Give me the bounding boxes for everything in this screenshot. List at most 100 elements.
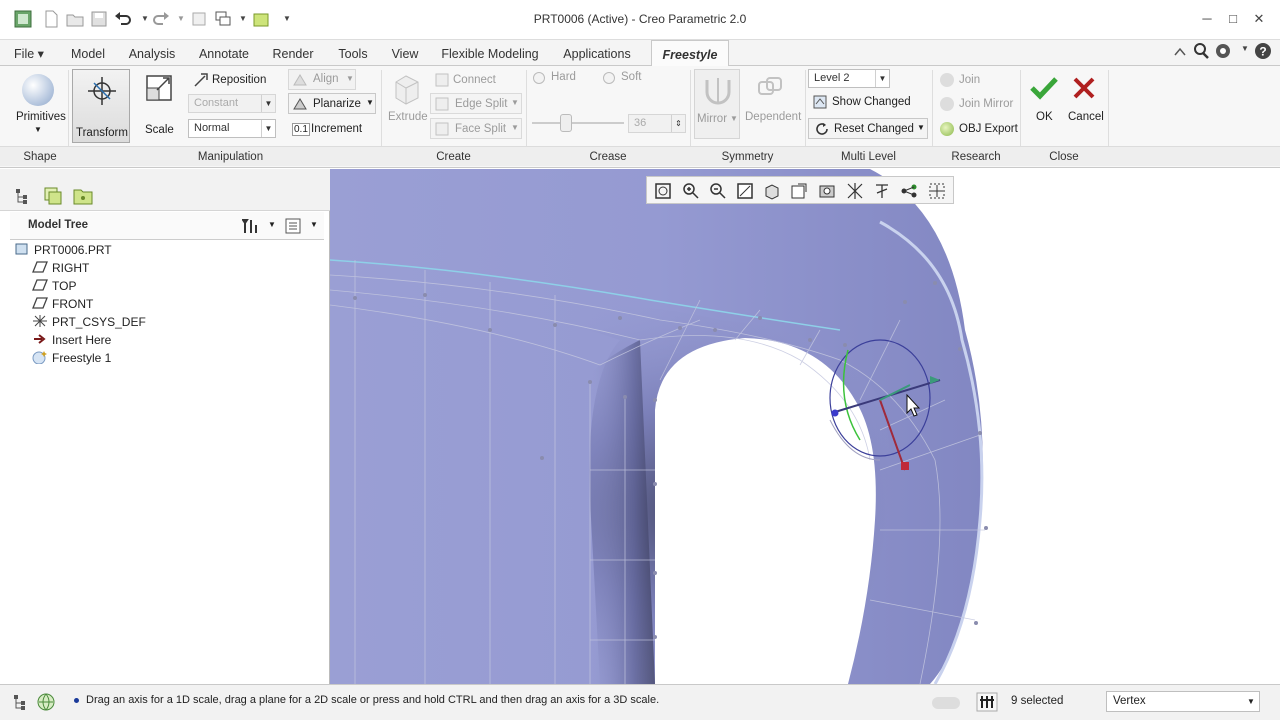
join-mirror-label[interactable]: Join Mirror: [959, 98, 1013, 110]
tree-settings-icon[interactable]: [242, 217, 260, 235]
increment-label[interactable]: Increment: [311, 123, 362, 135]
join-label[interactable]: Join: [959, 74, 980, 86]
face-split-button[interactable]: Face Split ▼: [430, 118, 522, 139]
tab-freestyle[interactable]: Freestyle: [651, 40, 729, 67]
tab-analysis[interactable]: Analysis: [120, 40, 184, 66]
obj-export-icon[interactable]: [940, 122, 954, 136]
tab-tools[interactable]: Tools: [330, 40, 376, 66]
zoom-out-icon[interactable]: [708, 181, 728, 201]
view-toolbar: [646, 176, 954, 204]
community-dropdown-icon[interactable]: ▼: [1234, 40, 1256, 58]
csys-display-icon[interactable]: [927, 181, 947, 201]
show-changed-icon[interactable]: [812, 94, 828, 110]
repaint-icon[interactable]: [735, 181, 755, 201]
transform-button[interactable]: Transform: [72, 69, 130, 143]
scale-icon[interactable]: [145, 74, 173, 102]
tab-render[interactable]: Render: [264, 40, 322, 66]
reposition-icon[interactable]: [193, 72, 209, 88]
obj-export-label[interactable]: OBJ Export: [959, 123, 1018, 135]
chevron-down-icon: ▼: [730, 114, 738, 123]
primitives-dropdown-icon[interactable]: ▼: [34, 125, 42, 134]
favorites-folder-icon[interactable]: [72, 185, 94, 207]
connect-icon[interactable]: [434, 72, 450, 88]
help-icon[interactable]: ?: [1254, 42, 1272, 60]
tab-flexible-modeling[interactable]: Flexible Modeling: [436, 40, 544, 66]
ok-label[interactable]: OK: [1036, 111, 1053, 123]
primitives-sphere-icon[interactable]: [22, 74, 54, 106]
extrude-icon[interactable]: [392, 72, 422, 106]
tab-view[interactable]: View: [384, 40, 426, 66]
tree-item-front[interactable]: FRONT: [32, 295, 93, 313]
show-changed-label[interactable]: Show Changed: [832, 96, 911, 108]
edge-split-icon: [435, 97, 449, 111]
graphics-window[interactable]: [330, 169, 1280, 684]
datum-display-icon[interactable]: [845, 181, 865, 201]
crease-slider-track[interactable]: [532, 122, 624, 124]
close-icon[interactable]: ✕: [1248, 10, 1270, 28]
community-icon[interactable]: [1214, 42, 1232, 60]
tab-file[interactable]: File ▾: [8, 40, 50, 66]
chevron-down-icon[interactable]: ▼: [268, 220, 276, 229]
model-tree-tab-icon[interactable]: [14, 187, 32, 205]
dependent-label[interactable]: Dependent: [745, 111, 801, 123]
reposition-label[interactable]: Reposition: [212, 74, 266, 86]
tree-item-csys[interactable]: PRT_CSYS_DEF: [32, 313, 146, 331]
chevron-down-icon: ▼: [366, 98, 374, 107]
zoom-in-icon[interactable]: [681, 181, 701, 201]
tree-item-freestyle[interactable]: Freestyle 1: [32, 349, 111, 367]
display-style-icon[interactable]: [817, 181, 837, 201]
tree-columns-icon[interactable]: [284, 217, 302, 235]
tree-item-part[interactable]: PRT0006.PRT: [14, 241, 112, 259]
level-select[interactable]: Level 2 ▼: [808, 69, 890, 88]
align-button[interactable]: Align ▼: [288, 69, 356, 90]
saved-views-icon[interactable]: [789, 181, 809, 201]
level-select-value: Level 2: [814, 72, 850, 84]
minimize-icon[interactable]: ─: [1196, 10, 1218, 28]
constraint-select[interactable]: Constant ▼: [188, 94, 276, 113]
freestyle-icon: [32, 351, 47, 364]
join-icon[interactable]: [940, 73, 954, 87]
dependent-icon[interactable]: [755, 74, 785, 100]
maximize-icon[interactable]: □: [1222, 10, 1244, 28]
direction-select[interactable]: Normal ▼: [188, 119, 276, 138]
crease-slider-handle[interactable]: [560, 114, 572, 132]
selected-count[interactable]: 9 selected: [1011, 695, 1063, 707]
tree-item-right[interactable]: RIGHT: [32, 259, 89, 277]
increment-value[interactable]: 0.1: [292, 123, 310, 136]
orient-icon[interactable]: [762, 181, 782, 201]
tree-item-insert-here[interactable]: Insert Here: [32, 331, 111, 349]
cancel-label[interactable]: Cancel: [1068, 111, 1104, 123]
tab-annotate[interactable]: Annotate: [192, 40, 256, 66]
tab-model[interactable]: Model: [62, 40, 114, 66]
mirror-button[interactable]: Mirror ▼: [694, 69, 740, 139]
reset-changed-label: Reset Changed: [834, 123, 914, 135]
crease-value-input[interactable]: 36 ⇕: [628, 114, 686, 133]
soft-radio[interactable]: [603, 72, 615, 84]
freestyle-model[interactable]: [330, 169, 1280, 684]
layer-tab-icon[interactable]: [42, 185, 64, 207]
planarize-button[interactable]: Planarize ▼: [288, 93, 376, 114]
axis-display-icon[interactable]: [872, 181, 892, 201]
hard-radio[interactable]: [533, 72, 545, 84]
navigator-toggle-icon[interactable]: [12, 693, 30, 711]
extrude-label[interactable]: Extrude: [388, 111, 428, 123]
collapse-ribbon-icon[interactable]: [1172, 44, 1188, 60]
tree-item-top[interactable]: TOP: [32, 277, 76, 295]
search-icon[interactable]: [1192, 42, 1210, 60]
edge-split-button[interactable]: Edge Split ▼: [430, 93, 522, 114]
selection-filter-select[interactable]: Vertex ▼: [1106, 691, 1260, 712]
chevron-down-icon[interactable]: ▼: [310, 220, 318, 229]
selection-filter-icon[interactable]: [976, 692, 998, 712]
connect-label[interactable]: Connect: [453, 74, 496, 86]
cancel-x-icon[interactable]: [1072, 76, 1096, 100]
point-display-icon[interactable]: [899, 181, 919, 201]
face-split-icon: [435, 122, 449, 136]
tab-applications[interactable]: Applications: [554, 40, 640, 66]
refit-icon[interactable]: [653, 181, 673, 201]
join-mirror-icon[interactable]: [940, 97, 954, 111]
browser-toggle-icon[interactable]: [36, 692, 56, 712]
reset-changed-button[interactable]: Reset Changed ▼: [808, 118, 928, 139]
scale-label[interactable]: Scale: [145, 124, 174, 136]
ok-check-icon[interactable]: [1030, 76, 1058, 100]
primitives-label[interactable]: Primitives: [16, 111, 66, 123]
